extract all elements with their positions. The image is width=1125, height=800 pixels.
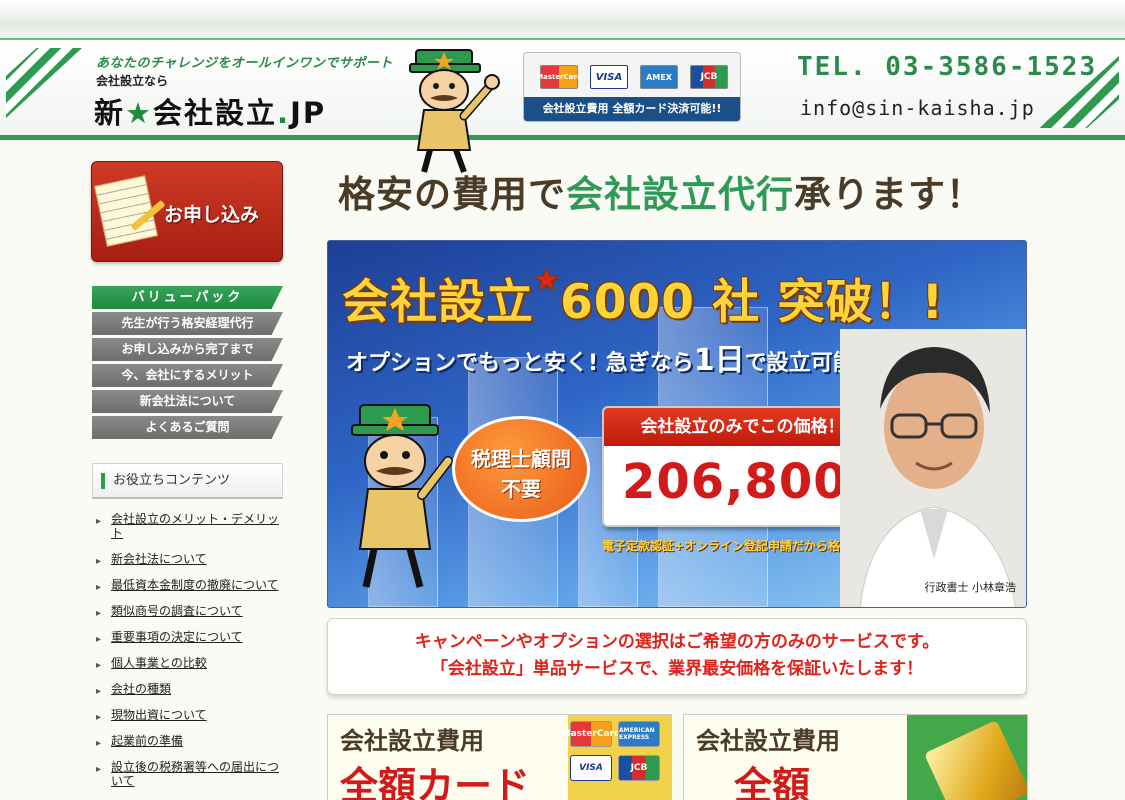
link-in-kind[interactable]: 現物出資について [111, 708, 207, 722]
logo-text-main: 会社設立 [153, 96, 278, 130]
hero-subtitle: オプションでもっと安く! 急ぎなら1日で設立可能! [346, 335, 865, 379]
headline-pre: 格安の費用で [338, 173, 566, 216]
header-tagline: あなたのチャレンジをオールインワンでサポート [96, 56, 393, 71]
link-trade-name[interactable]: 類似商号の調査について [111, 604, 243, 618]
nav-item-bookkeeping[interactable]: 先生が行う格安経理代行 [92, 312, 283, 335]
list-item: 会社の種類 [96, 682, 286, 699]
link-preparation[interactable]: 起業前の準備 [111, 734, 183, 748]
mastercard-icon: MasterCard [562, 721, 620, 747]
email-address[interactable]: info@sin-kaisha.jp [800, 96, 1035, 120]
promo-title: 会社設立費用 [340, 727, 484, 755]
card-payment-box: MasterCard VISA AMEX JCB 会社設立費用 全額カード決済可… [523, 52, 741, 122]
visa-icon: VISA [590, 65, 628, 89]
red-star-icon: ★ [534, 263, 561, 296]
mastercard-icon: MasterCard [536, 65, 582, 89]
list-item: 起業前の準備 [96, 734, 286, 751]
link-min-capital[interactable]: 最低資本金制度の撤廃について [111, 578, 279, 592]
promo-big-text: 全額 [734, 764, 811, 800]
hero-sub-a: オプションでもっと安く! 急ぎなら [346, 351, 694, 376]
person-name: 行政書士 小林章浩 [924, 581, 1017, 594]
promo-big-text: 全額カード [340, 764, 531, 800]
amex-icon: AMERICAN EXPRESS [618, 721, 660, 747]
link-sole-proprietor[interactable]: 個人事業との比較 [111, 656, 207, 670]
list-item: 現物出資について [96, 708, 286, 725]
list-item: 個人事業との比較 [96, 656, 286, 673]
amex-icon: AMEX [640, 65, 678, 89]
link-company-law[interactable]: 新会社法について [111, 552, 207, 566]
hero-title-a: 会社設立 [342, 275, 534, 330]
notice-box: キャンペーンやオプションの選択はご希望の方のみのサービスです。 「会社設立」単品… [327, 618, 1027, 695]
headline-post: 承ります！ [794, 173, 984, 216]
card-logo-row: MasterCard VISA AMEX JCB [536, 65, 728, 89]
promo-card-payment[interactable]: 会社設立費用 全額カード MasterCard AMERICAN EXPRESS… [327, 714, 672, 800]
site-header: あなたのチャレンジをオールインワンでサポート 会社設立なら 新★会社設立.JP … [0, 38, 1125, 174]
notice-line-1: キャンペーンやオプションの選択はご希望の方のみのサービスです。 [414, 632, 940, 652]
person-photo [840, 329, 1026, 607]
phone-number[interactable]: TEL. 03-3586-1523 [797, 52, 1097, 82]
speech-line-2: 不要 [501, 477, 541, 501]
link-key-decisions[interactable]: 重要事項の決定について [111, 630, 243, 644]
hero-title-b: 6000 [560, 275, 695, 330]
speech-bubble: 税理士顧問 不要 [452, 416, 590, 522]
apply-button-label: お申し込み [164, 204, 260, 226]
logo-text-new: 新 [94, 96, 126, 130]
list-item: 類似商号の調査について [96, 604, 286, 621]
mascot-illustration [351, 404, 453, 588]
hero-title: 会社設立★6000 社 突破！! [342, 263, 944, 332]
top-stripe [0, 0, 1125, 38]
hero-caption: 電子定款認証+オンライン登記申請だから格安！ [602, 539, 865, 553]
hero-sub-big: 1日 [693, 343, 745, 378]
nav-item-merits[interactable]: 今、会社にするメリット [92, 364, 283, 387]
useful-contents-title: お役立ちコンテンツ [113, 473, 231, 488]
logo-dot: . [277, 96, 291, 130]
nav-item-value-pack[interactable]: バリューパック [92, 286, 283, 309]
promo-full-amount[interactable]: 会社設立費用 全額 [683, 714, 1028, 800]
price-value: 206,800円 [622, 454, 873, 510]
sidebar-nav: バリューパック 先生が行う格安経理代行 お申し込みから完了まで 今、会社にするメ… [92, 286, 283, 442]
logo-text-jp: JP [290, 96, 327, 130]
list-item: 新会社法について [96, 552, 286, 569]
useful-links-list: 会社設立のメリット・デメリット 新会社法について 最低資本金制度の撤廃について … [96, 512, 286, 800]
nav-item-faq[interactable]: よくあるご質問 [92, 416, 283, 439]
mascot-illustration [409, 49, 500, 174]
gold-bar-icon [923, 719, 1027, 800]
hero-title-c: 社 突破！! [712, 275, 945, 330]
promo-title: 会社設立費用 [696, 727, 840, 755]
link-merits-demerits[interactable]: 会社設立のメリット・デメリット [111, 512, 279, 540]
list-item: 重要事項の決定について [96, 630, 286, 647]
list-item: 最低資本金制度の撤廃について [96, 578, 286, 595]
heading-bar-icon [101, 473, 105, 489]
apply-button[interactable]: お申し込み [91, 161, 283, 262]
star-icon: ★ [125, 96, 154, 130]
list-item: 会社設立のメリット・デメリット [96, 512, 286, 540]
nav-item-process[interactable]: お申し込みから完了まで [92, 338, 283, 361]
jcb-icon: JCB [618, 755, 660, 781]
link-tax-filing[interactable]: 設立後の税務署等への届出について [111, 760, 279, 788]
nav-item-company-law[interactable]: 新会社法について [92, 390, 283, 413]
stripe-decoration-left [6, 48, 82, 118]
speech-line-1: 税理士顧問 [471, 447, 571, 471]
headline-highlight: 会社設立代行 [566, 173, 794, 216]
visa-icon: VISA [570, 755, 612, 781]
price-amount: 206,800 [622, 454, 848, 510]
card-caption: 会社設立費用 全額カード決済可能!! [524, 97, 740, 121]
link-company-types[interactable]: 会社の種類 [111, 682, 171, 696]
list-item: 設立後の税務署等への届出について [96, 760, 286, 788]
page-headline: 格安の費用で会社設立代行承ります！ [338, 164, 984, 218]
hero-banner[interactable]: 会社設立★6000 社 突破！! オプションでもっと安く! 急ぎなら1日で設立可… [327, 240, 1027, 608]
jcb-icon: JCB [690, 65, 728, 89]
site-logo[interactable]: 新★会社設立.JP [94, 90, 326, 132]
useful-contents-heading: お役立ちコンテンツ [92, 463, 283, 499]
header-subtag: 会社設立なら [96, 74, 169, 88]
notice-line-2: 「会社設立」単品サービスで、業界最安価格を保証いたします！ [430, 659, 924, 679]
